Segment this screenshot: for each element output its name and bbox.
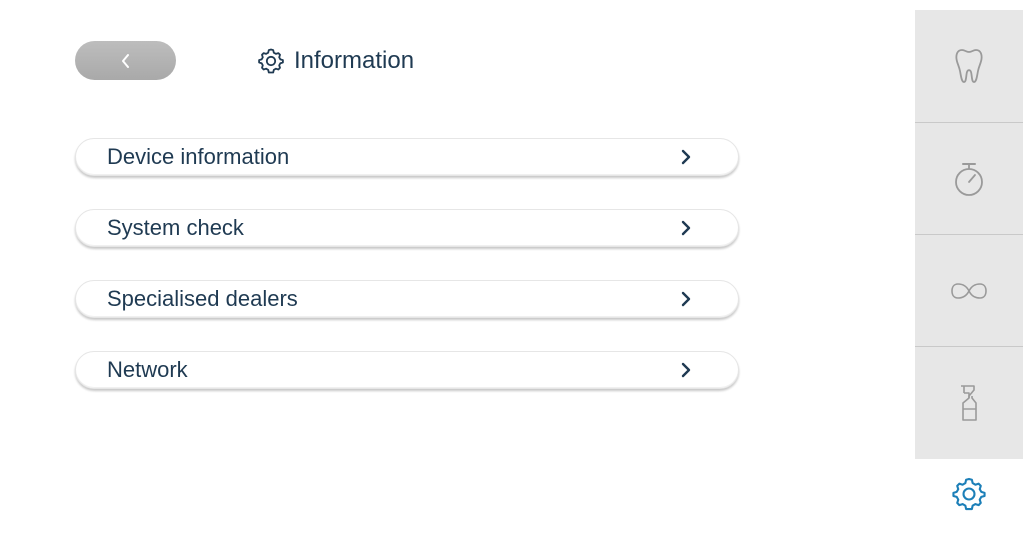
menu-item-system-check[interactable]: System check bbox=[75, 209, 739, 247]
menu-item-network[interactable]: Network bbox=[75, 351, 739, 389]
infinity-icon bbox=[949, 281, 989, 301]
stopwatch-icon bbox=[952, 160, 986, 198]
chevron-right-icon bbox=[680, 362, 692, 378]
nav-item-cleaning[interactable] bbox=[915, 347, 1023, 459]
gear-icon bbox=[952, 477, 986, 516]
menu-item-specialised-dealers[interactable]: Specialised dealers bbox=[75, 280, 739, 318]
nav-item-continuous[interactable] bbox=[915, 235, 1023, 347]
chevron-right-icon bbox=[680, 291, 692, 307]
page-title-group: Information bbox=[258, 44, 414, 78]
menu-item-label: Device information bbox=[107, 144, 290, 169]
nav-item-timer[interactable] bbox=[915, 123, 1023, 235]
gear-icon bbox=[258, 48, 284, 74]
chevron-left-icon bbox=[120, 53, 132, 69]
chevron-right-icon bbox=[680, 220, 692, 236]
menu-item-label: System check bbox=[107, 215, 244, 240]
spray-bottle-icon bbox=[957, 383, 981, 423]
chevron-right-icon bbox=[680, 149, 692, 165]
information-menu: Device information System check Speciali… bbox=[75, 138, 739, 422]
tooth-icon bbox=[954, 47, 984, 85]
side-nav bbox=[915, 10, 1023, 459]
page-title: Information bbox=[294, 47, 415, 74]
menu-item-label: Specialised dealers bbox=[107, 286, 298, 311]
menu-item-device-information[interactable]: Device information bbox=[75, 138, 739, 176]
nav-item-treatment[interactable] bbox=[915, 10, 1023, 122]
nav-item-settings[interactable] bbox=[915, 459, 1023, 533]
menu-item-label: Network bbox=[107, 357, 188, 382]
information-screen: Information Device information System ch… bbox=[0, 0, 1023, 533]
back-button[interactable] bbox=[75, 41, 176, 80]
